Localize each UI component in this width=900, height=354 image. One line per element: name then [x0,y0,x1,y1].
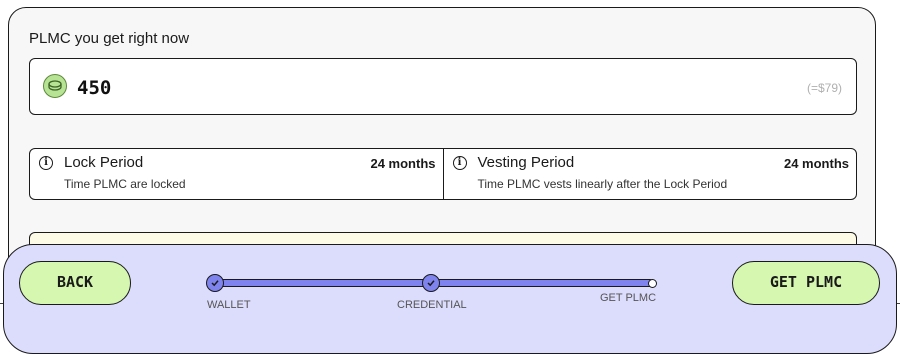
get-plmc-button[interactable]: GET PLMC [732,261,880,305]
usd-equivalent: (=$79) [806,81,842,95]
footer-bar: BACK WALLET CREDENTIAL GET PLMC GET PLMC [3,244,897,354]
lock-period: i Lock Period 24 months Time PLMC are lo… [30,149,443,199]
step-label-get-plmc: GET PLMC [600,292,657,304]
step-label-wallet: WALLET [207,299,251,311]
amount-heading: PLMC you get right now [29,30,190,47]
vesting-period-description: Time PLMC vests linearly after the Lock … [477,177,728,191]
check-icon [427,280,435,287]
vesting-period: i Vesting Period 24 months Time PLMC ves… [442,149,857,199]
plmc-coin-icon [43,74,67,98]
period-details: i Lock Period 24 months Time PLMC are lo… [29,148,857,200]
lock-period-title: Lock Period [64,154,144,171]
plmc-amount-value: 450 [77,77,112,99]
vesting-period-title: Vesting Period [477,154,575,171]
info-icon[interactable]: i [39,156,53,170]
lock-period-value: 24 months [370,156,436,171]
step-credential-check [422,274,440,292]
vesting-period-value: 24 months [783,156,849,171]
lock-period-description: Time PLMC are locked [64,177,186,191]
info-icon[interactable]: i [452,156,467,170]
step-get-plmc-marker [648,279,657,288]
check-icon [211,280,219,287]
plmc-amount-field: 450 (=$79) [29,58,857,115]
step-wallet-check [206,274,224,292]
step-label-credential: CREDENTIAL [397,299,467,311]
